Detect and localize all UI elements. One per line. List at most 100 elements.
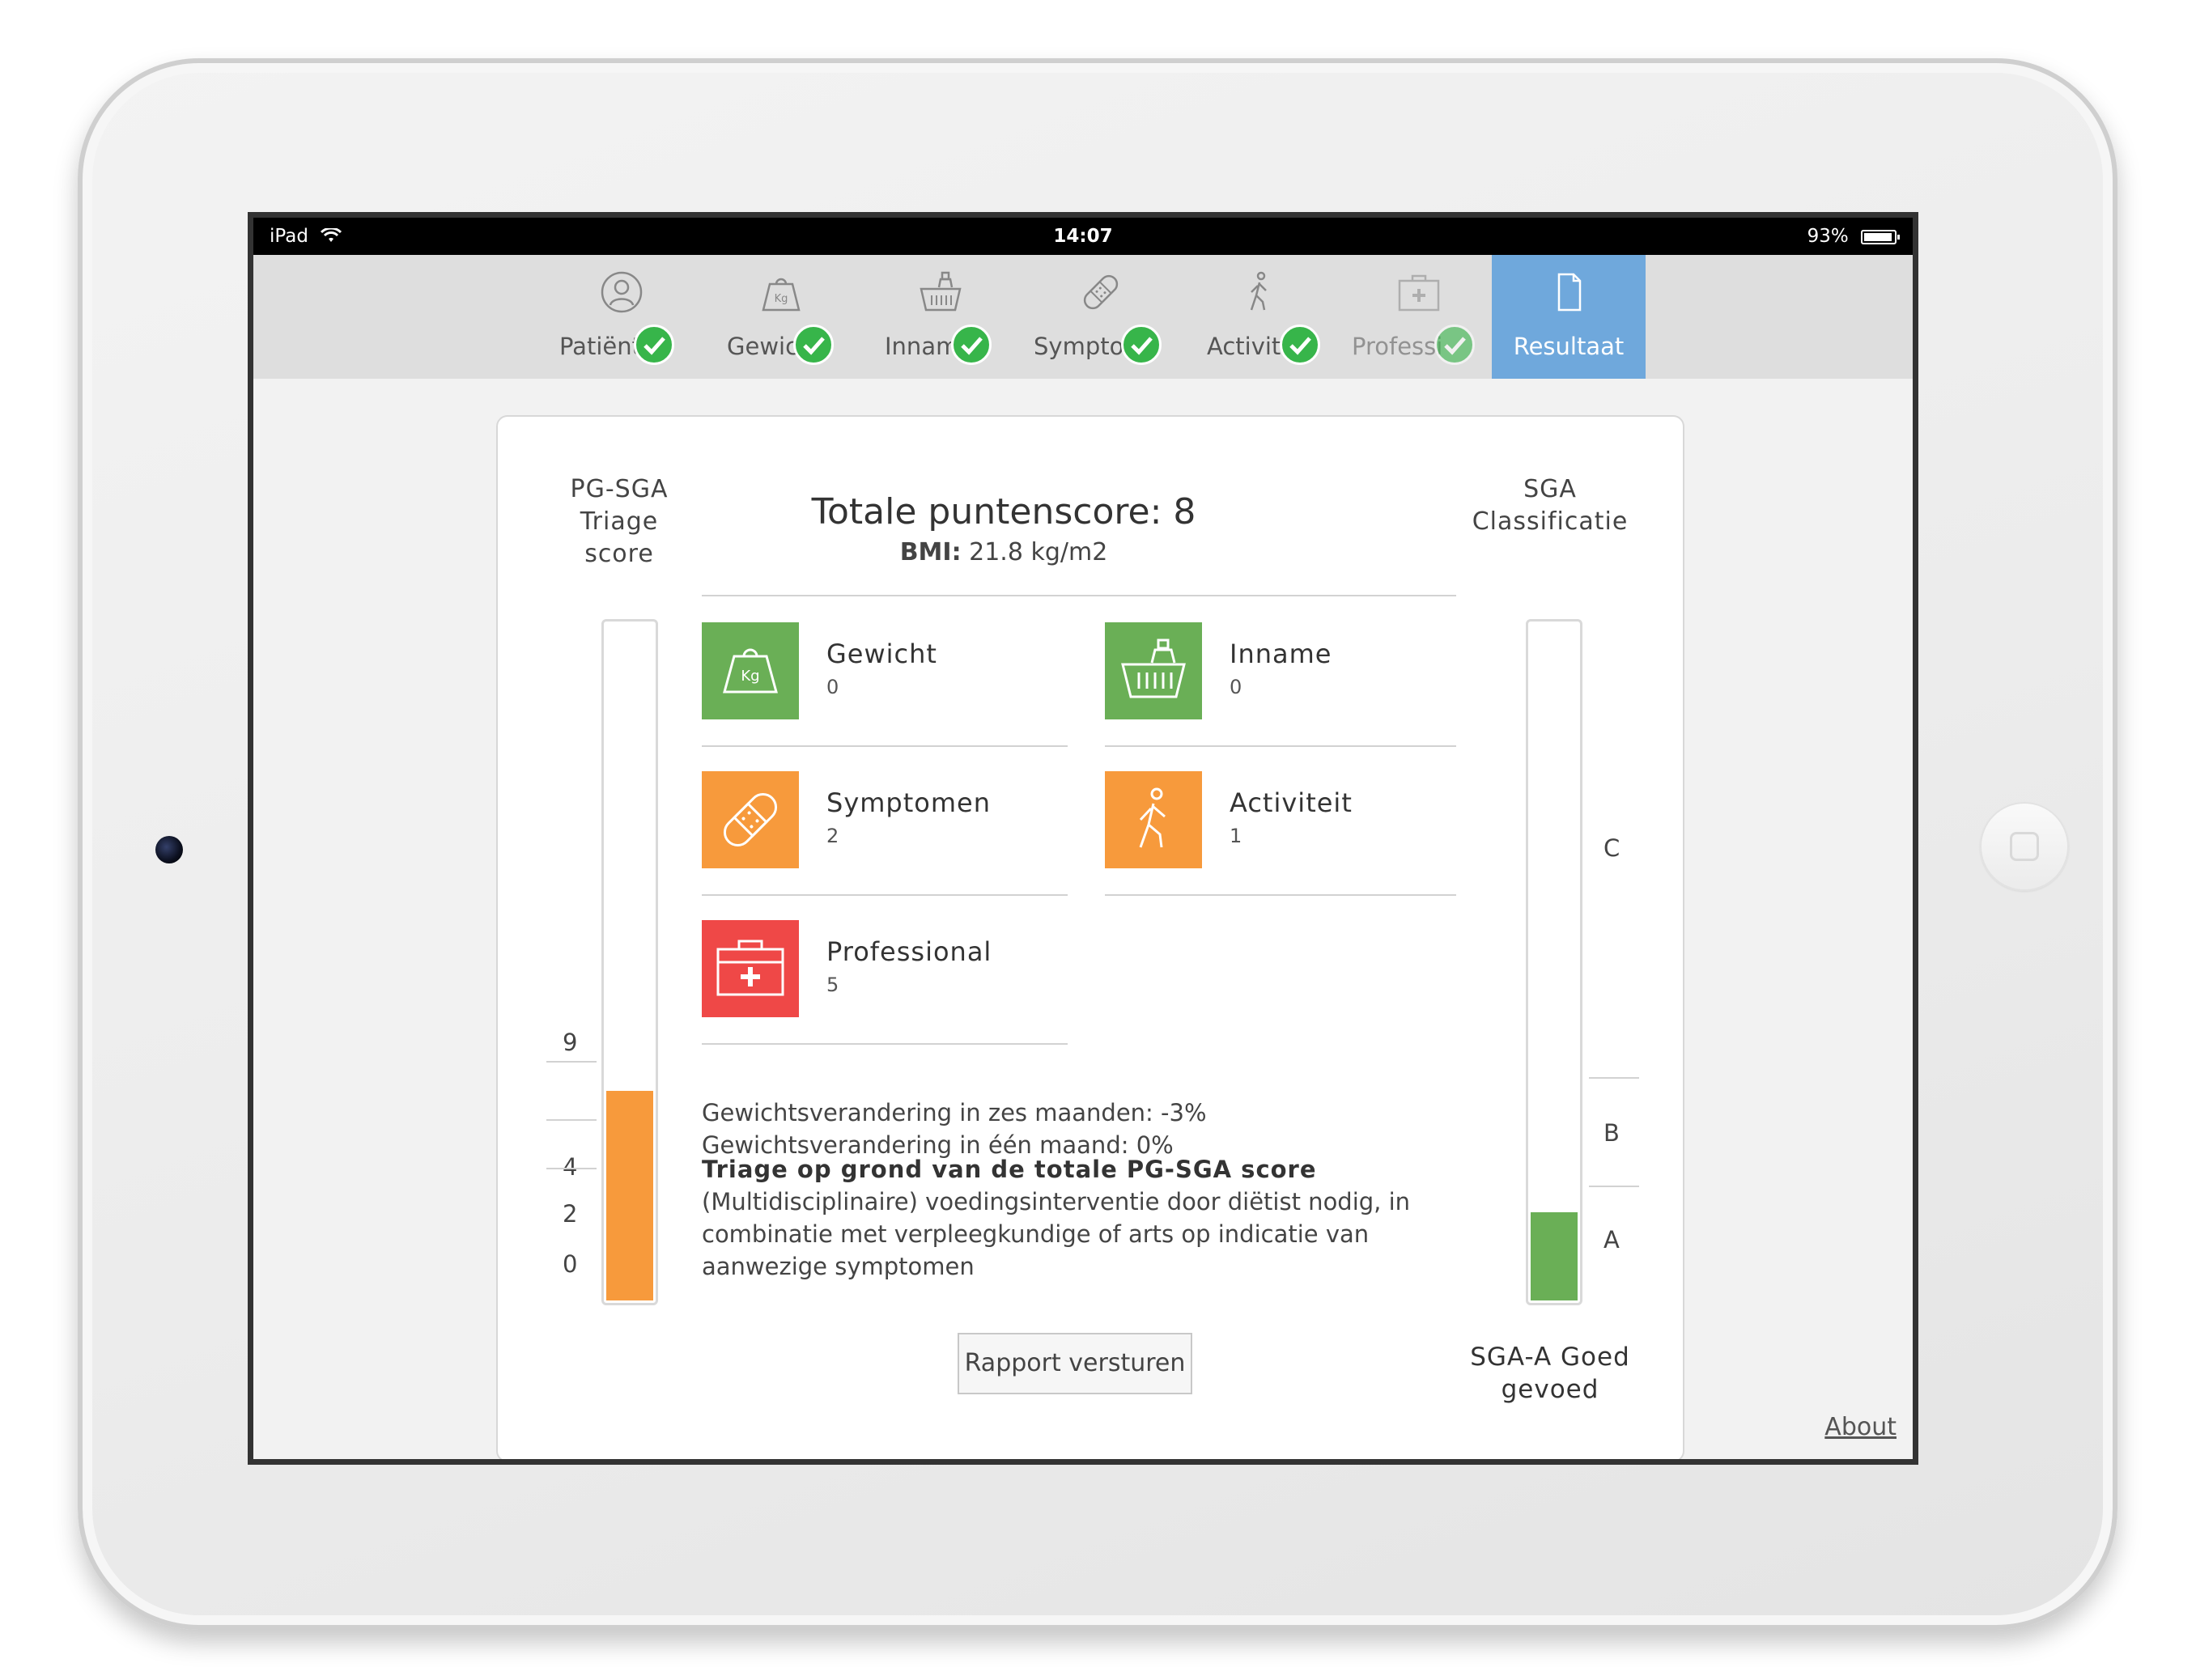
divider	[702, 1043, 1068, 1045]
triage-tick-label: 0	[563, 1250, 578, 1278]
bandage-icon	[1083, 274, 1119, 310]
category-gewicht: Kg Gewicht 0	[702, 622, 1066, 719]
weight-icon: Kg	[723, 648, 778, 694]
bandage-icon	[723, 792, 778, 847]
tab-activiteit[interactable]: Activiteit	[1183, 255, 1336, 379]
tab-professional[interactable]: Professional	[1342, 255, 1496, 379]
bmi-number: 21.8 kg/m2	[969, 538, 1108, 566]
battery-percent: 93%	[1807, 226, 1849, 247]
step-navigation: Patiënt Kg Gewicht Inname	[253, 255, 1913, 379]
tab-label: Activiteit	[1207, 333, 1285, 360]
tab-label: Gewicht	[727, 333, 800, 360]
tab-label: Professional	[1352, 333, 1441, 360]
triage-advice-title: Triage op grond van de totale PG-SGA sco…	[702, 1156, 1317, 1183]
tab-resultaat[interactable]: Resultaat	[1492, 255, 1646, 379]
status-right: 93%	[1807, 218, 1900, 255]
triage-title-line: score	[584, 540, 654, 568]
sga-level-b: B	[1603, 1119, 1620, 1147]
document-icon	[1557, 273, 1582, 312]
category-inname: Inname 0	[1105, 622, 1469, 719]
category-tile	[702, 920, 799, 1017]
weight-change-info: Gewichtsverandering in zes maanden: -3% …	[702, 1097, 1471, 1161]
category-title: Symptomen	[826, 787, 991, 818]
triage-tick-line	[546, 1061, 597, 1063]
triage-advice: Triage op grond van de totale PG-SGA sco…	[702, 1153, 1471, 1283]
sga-title-line: Classificatie	[1472, 507, 1629, 536]
sga-result-line: gevoed	[1501, 1375, 1599, 1404]
category-tile	[1105, 771, 1202, 868]
person-icon	[601, 271, 643, 313]
basket-icon	[1121, 638, 1186, 698]
divider	[1589, 1077, 1639, 1079]
triage-tick-line	[546, 1168, 597, 1169]
category-symptomen: Symptomen 2	[702, 771, 1066, 868]
triage-score-bar	[601, 619, 658, 1305]
tab-symptomen[interactable]: Symptomen	[1024, 255, 1178, 379]
triage-advice-body: (Multidisciplinaire) voedingsinterventie…	[702, 1188, 1411, 1280]
category-value: 5	[826, 974, 839, 996]
home-button[interactable]	[1980, 802, 2069, 891]
triage-score-fill	[606, 1091, 653, 1300]
result-card: PG-SGA Triage score 9 4 2 0 Totale puntensc…	[496, 415, 1684, 1459]
divider	[1105, 745, 1456, 747]
sga-title-line: SGA	[1523, 475, 1577, 503]
category-tile	[1105, 622, 1202, 719]
sga-result-line: SGA-A Goed	[1470, 1343, 1630, 1372]
triage-title: PG-SGA Triage score	[546, 473, 692, 571]
ipad-screen: iPad 14:07 93% Patiënt Kg Gewic Inna Sym…	[248, 212, 1918, 1465]
battery-icon	[1861, 229, 1900, 244]
first-aid-kit-icon	[1398, 274, 1440, 312]
check-icon	[793, 325, 834, 365]
tab-gewicht[interactable]: Kg Gewicht	[704, 255, 858, 379]
bmi-value: BMI: 21.8 kg/m2	[708, 538, 1299, 566]
basket-icon	[920, 271, 962, 312]
divider	[1589, 1186, 1639, 1187]
divider	[1105, 894, 1456, 896]
tab-inname[interactable]: Inname	[864, 255, 1017, 379]
svg-text:Kg: Kg	[741, 668, 759, 685]
sga-level-a: A	[1603, 1226, 1620, 1254]
divider	[702, 595, 1456, 596]
category-value: 2	[826, 825, 839, 847]
bmi-label: BMI:	[899, 538, 962, 566]
triage-tick-label: 2	[563, 1200, 578, 1228]
category-tile	[702, 771, 799, 868]
tab-label: Inname	[885, 333, 951, 360]
send-report-button[interactable]: Rapport versturen	[958, 1333, 1192, 1394]
status-time: 14:07	[1053, 226, 1113, 247]
triage-tick-label: 9	[563, 1029, 578, 1056]
about-link[interactable]: About	[1824, 1413, 1897, 1441]
triage-tick-label: 4	[563, 1153, 578, 1181]
check-icon	[951, 325, 992, 365]
svg-text:Kg: Kg	[775, 293, 788, 305]
weight-change-six-months: Gewichtsverandering in zes maanden: -3%	[702, 1099, 1207, 1126]
total-score-title: Totale puntenscore: 8	[811, 491, 1196, 532]
divider	[702, 894, 1068, 896]
tab-patient[interactable]: Patiënt	[545, 255, 699, 379]
walking-icon	[1139, 787, 1166, 848]
triage-title-line: Triage	[580, 507, 659, 536]
category-tile: Kg	[702, 622, 799, 719]
sga-result: SGA-A Goed gevoed	[1445, 1341, 1655, 1406]
category-value: 0	[826, 676, 839, 698]
tab-label: Patiënt	[559, 333, 640, 360]
tab-label: Resultaat	[1513, 333, 1625, 360]
check-icon	[1280, 325, 1320, 365]
category-activiteit: Activiteit 1	[1105, 771, 1469, 868]
category-value: 0	[1230, 676, 1242, 698]
camera-icon	[155, 836, 183, 863]
category-value: 1	[1230, 825, 1242, 847]
check-icon	[1121, 325, 1162, 365]
category-title: Inname	[1230, 638, 1332, 669]
tab-label: Symptomen	[1034, 333, 1129, 360]
sga-level-c: C	[1603, 834, 1620, 862]
triage-title-line: PG-SGA	[570, 475, 669, 503]
category-title: Gewicht	[826, 638, 937, 669]
category-professional: Professional 5	[702, 920, 1066, 1017]
weight-icon: Kg	[762, 278, 801, 312]
status-bar: iPad 14:07 93%	[253, 218, 1913, 255]
sga-classification-bar	[1526, 619, 1582, 1305]
category-title: Activiteit	[1230, 787, 1353, 818]
walking-icon	[1250, 271, 1267, 311]
check-icon	[1434, 325, 1475, 365]
